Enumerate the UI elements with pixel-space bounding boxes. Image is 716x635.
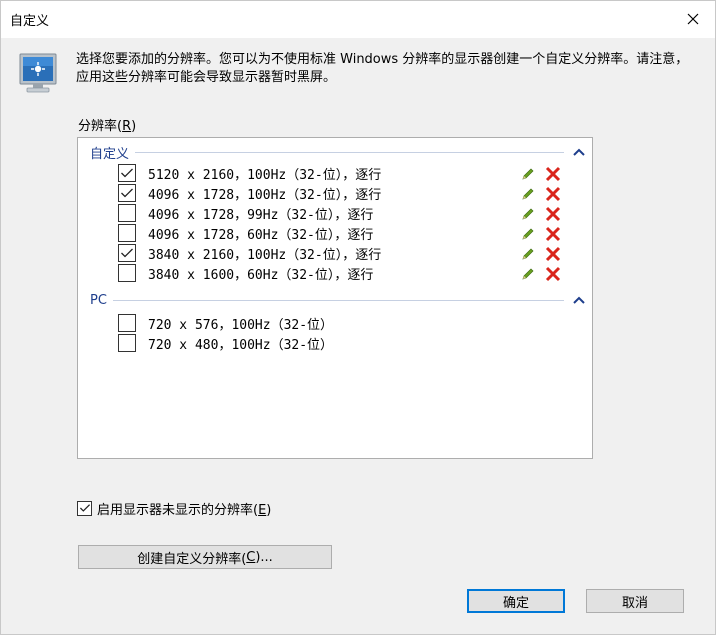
enable-undisplayed-checkbox[interactable] bbox=[77, 500, 92, 516]
resolution-item[interactable]: 5120 x 2160，100Hz（32-位），逐行 bbox=[118, 163, 558, 183]
resolution-checkbox[interactable] bbox=[118, 224, 136, 242]
delete-x-icon[interactable] bbox=[545, 246, 561, 262]
enable-undisplayed-label: 启用显示器未显示的分辨率(E) bbox=[97, 502, 272, 518]
close-icon bbox=[687, 13, 699, 25]
resolution-item-label: 3840 x 2160，100Hz（32-位），逐行 bbox=[148, 247, 382, 263]
resolution-item-label: 720 x 480，100Hz（32-位） bbox=[148, 337, 334, 353]
group-name-pc: PC bbox=[90, 292, 107, 308]
delete-x-icon[interactable] bbox=[545, 186, 561, 202]
resolution-item[interactable]: 720 x 480，100Hz（32-位） bbox=[118, 333, 558, 353]
delete-x-icon[interactable] bbox=[545, 166, 561, 182]
group-header-pc[interactable]: PC bbox=[90, 292, 586, 308]
delete-x-icon[interactable] bbox=[545, 266, 561, 282]
intro-text: 选择您要添加的分辨率。您可以为不使用标准 Windows 分辨率的显示器创建一个… bbox=[76, 52, 689, 85]
resolution-item[interactable]: 4096 x 1728，99Hz（32-位），逐行 bbox=[118, 203, 558, 223]
enable-undisplayed-resolutions-option[interactable]: 启用显示器未显示的分辨率(E) bbox=[77, 499, 272, 518]
resolution-item-label: 4096 x 1728，99Hz（32-位），逐行 bbox=[148, 207, 374, 223]
resolution-item-label: 3840 x 1600，60Hz（32-位），逐行 bbox=[148, 267, 374, 283]
close-button[interactable] bbox=[670, 0, 716, 38]
pencil-icon[interactable] bbox=[520, 166, 536, 182]
chevron-up-icon[interactable] bbox=[572, 295, 586, 305]
pencil-icon[interactable] bbox=[520, 266, 536, 282]
resolution-checkbox[interactable] bbox=[118, 204, 136, 222]
resolution-checkbox[interactable] bbox=[118, 334, 136, 352]
resolution-list-label: 分辨率(R) bbox=[78, 119, 137, 134]
resolution-item-label: 4096 x 1728，60Hz（32-位），逐行 bbox=[148, 227, 374, 243]
delete-x-icon[interactable] bbox=[545, 206, 561, 222]
group-divider bbox=[112, 299, 564, 301]
delete-x-icon[interactable] bbox=[545, 226, 561, 242]
pencil-icon[interactable] bbox=[520, 246, 536, 262]
resolution-item[interactable]: 3840 x 1600，60Hz（32-位），逐行 bbox=[118, 263, 558, 283]
create-custom-resolution-button[interactable]: 创建自定义分辨率(C)... bbox=[78, 545, 332, 569]
resolution-item[interactable]: 4096 x 1728，100Hz（32-位），逐行 bbox=[118, 183, 558, 203]
group-name-custom: 自定义 bbox=[90, 146, 130, 162]
resolution-item[interactable]: 3840 x 2160，100Hz（32-位），逐行 bbox=[118, 243, 558, 263]
resolution-item-label: 720 x 576，100Hz（32-位） bbox=[148, 317, 334, 333]
resolution-item[interactable]: 720 x 576，100Hz（32-位） bbox=[118, 313, 558, 333]
monitor-icon bbox=[19, 53, 57, 93]
pencil-icon[interactable] bbox=[520, 186, 536, 202]
pencil-icon[interactable] bbox=[520, 206, 536, 222]
resolution-item[interactable]: 4096 x 1728，60Hz（32-位），逐行 bbox=[118, 223, 558, 243]
ok-button[interactable]: 确定 bbox=[467, 589, 565, 613]
cancel-button[interactable]: 取消 bbox=[586, 589, 684, 613]
resolution-checkbox[interactable] bbox=[118, 264, 136, 282]
resolution-checkbox[interactable] bbox=[118, 184, 136, 202]
resolution-item-label: 4096 x 1728，100Hz（32-位），逐行 bbox=[148, 187, 382, 203]
resolution-item-label: 5120 x 2160，100Hz（32-位），逐行 bbox=[148, 167, 382, 183]
window-title: 自定义 bbox=[10, 14, 50, 29]
resolution-checkbox[interactable] bbox=[118, 164, 136, 182]
resolution-list[interactable]: 自定义 5120 x 2160，100Hz（32-位），逐行 4096 x 17… bbox=[77, 137, 593, 459]
title-bar: 自定义 bbox=[0, 0, 716, 38]
group-header-custom[interactable]: 自定义 bbox=[90, 144, 586, 162]
group-divider bbox=[135, 151, 564, 153]
pencil-icon[interactable] bbox=[520, 226, 536, 242]
resolution-checkbox[interactable] bbox=[118, 314, 136, 332]
chevron-up-icon[interactable] bbox=[572, 147, 586, 157]
resolution-checkbox[interactable] bbox=[118, 244, 136, 262]
